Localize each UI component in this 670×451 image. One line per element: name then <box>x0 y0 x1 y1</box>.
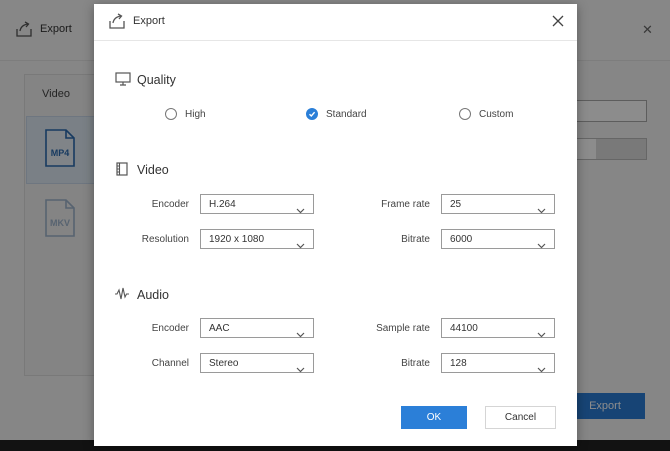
quality-option-standard[interactable]: Standard <box>306 108 367 120</box>
quality-section-title: Quality <box>137 73 176 87</box>
audio-bitrate-select[interactable]: 128 <box>441 353 555 373</box>
quality-option-high[interactable]: High <box>165 108 206 120</box>
video-frame-rate-value: 25 <box>450 199 462 210</box>
dialog-titlebar: Export <box>94 4 577 41</box>
video-resolution-value: 1920 x 1080 <box>209 234 265 245</box>
cancel-button[interactable]: Cancel <box>485 406 556 429</box>
chevron-down-icon <box>296 201 305 219</box>
audio-sample-rate-select[interactable]: 44100 <box>441 318 555 338</box>
export-settings-dialog: Export Quality High Standard Custom Vide… <box>94 4 577 446</box>
audio-sample-rate-label: Sample rate <box>376 323 430 334</box>
close-icon[interactable] <box>550 13 566 29</box>
audio-channel-select[interactable]: Stereo <box>200 353 314 373</box>
chevron-down-icon <box>537 325 546 343</box>
audio-channel-label: Channel <box>151 358 189 369</box>
audio-section-title: Audio <box>137 288 169 302</box>
quality-standard-radio[interactable] <box>306 108 318 120</box>
chevron-down-icon <box>537 360 546 378</box>
video-frame-rate-label: Frame rate <box>381 199 430 210</box>
waveform-icon <box>114 287 130 306</box>
quality-custom-radio[interactable] <box>459 108 471 120</box>
video-frame-rate-select[interactable]: 25 <box>441 194 555 214</box>
chevron-down-icon <box>296 236 305 254</box>
chevron-down-icon <box>537 236 546 254</box>
video-section-title: Video <box>137 163 169 177</box>
quality-high-radio[interactable] <box>165 108 177 120</box>
audio-bitrate-value: 128 <box>450 358 467 369</box>
dialog-title: Export <box>133 15 165 27</box>
audio-sample-rate-value: 44100 <box>450 323 478 334</box>
audio-encoder-value: AAC <box>209 323 230 334</box>
video-encoder-select[interactable]: H.264 <box>200 194 314 214</box>
video-bitrate-value: 6000 <box>450 234 473 245</box>
monitor-icon <box>115 72 131 91</box>
video-encoder-value: H.264 <box>209 199 236 210</box>
audio-encoder-select[interactable]: AAC <box>200 318 314 338</box>
chevron-down-icon <box>537 201 546 219</box>
video-resolution-label: Resolution <box>141 234 189 245</box>
video-resolution-select[interactable]: 1920 x 1080 <box>200 229 314 249</box>
chevron-down-icon <box>296 360 305 378</box>
video-encoder-label: Encoder <box>151 199 189 210</box>
video-bitrate-select[interactable]: 6000 <box>441 229 555 249</box>
quality-standard-label: Standard <box>326 108 367 120</box>
film-icon <box>115 162 129 181</box>
quality-high-label: High <box>185 108 206 120</box>
quality-option-custom[interactable]: Custom <box>459 108 513 120</box>
audio-encoder-label: Encoder <box>151 323 189 334</box>
quality-custom-label: Custom <box>479 108 514 120</box>
audio-channel-value: Stereo <box>209 358 239 369</box>
ok-button[interactable]: OK <box>401 406 467 429</box>
chevron-down-icon <box>296 325 305 343</box>
export-icon <box>108 12 126 35</box>
video-bitrate-label: Bitrate <box>401 234 430 245</box>
audio-bitrate-label: Bitrate <box>401 358 430 369</box>
